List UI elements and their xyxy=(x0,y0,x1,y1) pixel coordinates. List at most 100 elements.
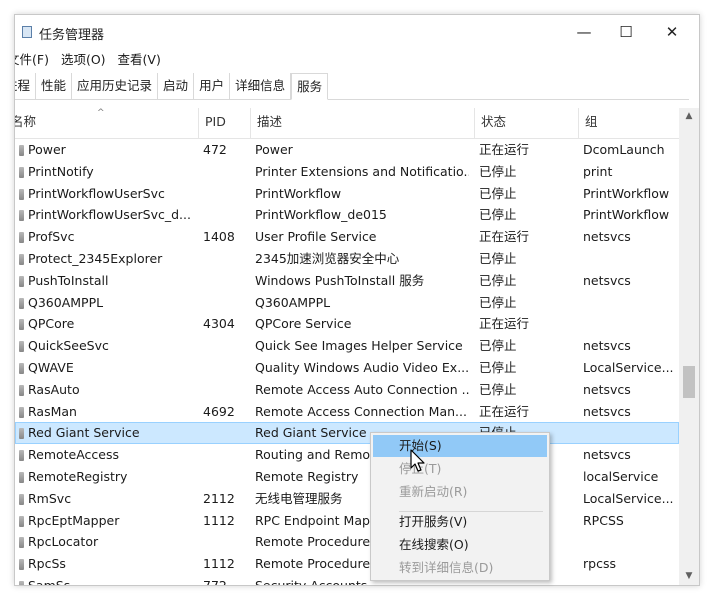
context-menu-stop[interactable]: 停止(T) xyxy=(373,458,547,480)
maximize-button[interactable]: ☐ xyxy=(603,15,649,49)
service-group: rpcss xyxy=(583,556,616,572)
table-row[interactable]: Protect_2345Explorer 2345加速浏览器安全中心 已停止 xyxy=(15,248,679,270)
service-status: 已停止 xyxy=(479,360,517,375)
service-name: Power xyxy=(28,142,66,157)
service-name: QPCore xyxy=(28,316,75,332)
service-group: netsvcs xyxy=(583,447,631,463)
tab-app-history[interactable]: 应用历史记录 xyxy=(72,73,159,99)
service-name: PrintWorkflowUserSvc xyxy=(28,185,165,201)
service-description: PrintWorkflow_de015 xyxy=(255,207,387,223)
service-name: RpcEptMapper xyxy=(28,512,120,528)
service-name: Red Giant Service xyxy=(28,425,140,441)
service-pid: 1112 xyxy=(203,556,235,572)
column-header-pid[interactable]: PID xyxy=(199,108,251,138)
service-status: 正在运行 xyxy=(479,142,530,157)
service-status: 正在运行 xyxy=(479,229,530,245)
service-group: PrintWorkflow xyxy=(583,185,670,201)
table-row[interactable]: Q360AMPPL Q360AMPPL 已停止 xyxy=(15,292,679,314)
service-status: 已停止 xyxy=(479,381,517,397)
tab-processes[interactable]: 进程 xyxy=(15,73,37,99)
context-menu-start[interactable]: 开始(S) xyxy=(373,435,547,457)
table-row[interactable]: QPCore 4304 QPCore Service 正在运行 xyxy=(15,313,679,335)
service-pid: 4692 xyxy=(203,403,235,419)
tab-users[interactable]: 用户 xyxy=(194,73,231,99)
context-menu-go-to-details[interactable]: 转到详细信息(D) xyxy=(373,557,547,579)
service-name: Protect_2345Explorer xyxy=(28,251,163,266)
tab-services[interactable]: 服务 xyxy=(291,73,329,100)
service-description: Quick See Images Helper Service xyxy=(255,338,463,354)
table-row[interactable]: PrintWorkflowUserSvc_d... PrintWorkflow_d… xyxy=(15,204,679,226)
close-button[interactable]: ✕ xyxy=(649,15,695,49)
service-group: DcomLaunch xyxy=(583,142,665,157)
service-name: RpcSs xyxy=(28,556,66,572)
service-name: Q360AMPPL xyxy=(28,294,104,310)
service-description: 2345加速浏览器安全中心 xyxy=(255,251,400,266)
service-status: 已停止 xyxy=(479,163,517,179)
tab-bar: 进程 性能 应用历史记录 启动 用户 详细信息 服务 xyxy=(15,73,689,100)
table-row[interactable]: Red Giant ServiceRed Giant Service已停止 xyxy=(15,422,679,445)
service-status: 已停止 xyxy=(479,251,517,266)
service-group: LocalService... xyxy=(583,490,674,506)
service-pid: 1408 xyxy=(203,229,235,245)
table-row[interactable]: PrintWorkflowUserSvc PrintWorkflow 已停止 Prin… xyxy=(15,183,679,205)
service-group: LocalService... xyxy=(583,360,674,375)
table-row[interactable]: QuickSeeSvc Quick See Images Helper Servi… xyxy=(15,335,679,357)
window-title: 任务管理器 xyxy=(39,28,105,43)
column-header-group[interactable]: 组 xyxy=(579,108,679,138)
service-status: 已停止 xyxy=(479,338,517,354)
minimize-button[interactable]: — xyxy=(561,15,607,49)
menu-options[interactable]: 选项(O) xyxy=(55,49,112,71)
service-name: RpcLocator xyxy=(28,534,99,550)
menu-file[interactable]: 文件(F) xyxy=(15,49,55,71)
table-row[interactable]: RmSvc 2112 无线电管理服务 LocalService... xyxy=(15,488,679,510)
scroll-down-icon[interactable]: ▼ xyxy=(679,568,699,585)
service-status: 已停止 xyxy=(479,185,517,201)
service-pid: 2112 xyxy=(203,490,235,506)
column-header-description[interactable]: 描述 xyxy=(251,108,475,138)
menu-view[interactable]: 查看(V) xyxy=(112,49,167,71)
table-row[interactable]: QWAVE Quality Windows Audio Video Ex... 已停… xyxy=(15,357,679,379)
table-header: 名称 ^ PID 描述 状态 组 xyxy=(15,108,679,139)
table-row[interactable]: RemoteAccess Routing and Remo netsvcs xyxy=(15,444,679,466)
context-menu-search-online[interactable]: 在线搜索(O) xyxy=(373,534,547,556)
service-description: Windows PushToInstall 服务 xyxy=(255,272,425,288)
column-header-status[interactable]: 状态 xyxy=(475,108,579,138)
service-name: PushToInstall xyxy=(28,272,109,288)
context-menu-restart[interactable]: 重新启动(R) xyxy=(373,481,547,503)
column-header-name[interactable]: 名称 xyxy=(15,108,199,138)
table-row[interactable]: ProfSvc 1408 User Profile Service 正在运行 netsv… xyxy=(15,226,679,248)
table-row[interactable]: RpcSs 1112 Remote Procedure rpcss xyxy=(15,553,679,575)
table-row[interactable]: RpcEptMapper 1112 RPC Endpoint Map RPCSS xyxy=(15,510,679,532)
service-status: 已停止 xyxy=(479,294,517,310)
table-row[interactable]: SamSs772Security Accounts xyxy=(15,575,679,585)
service-group: netsvcs xyxy=(583,403,631,419)
service-description: User Profile Service xyxy=(255,229,377,245)
mouse-pointer-icon xyxy=(410,449,425,472)
tab-details[interactable]: 详细信息 xyxy=(230,73,292,99)
scroll-up-icon[interactable]: ▲ xyxy=(679,108,699,125)
service-group: PrintWorkflow xyxy=(583,207,670,223)
service-status: 已停止 xyxy=(479,207,517,223)
service-pid: 4304 xyxy=(203,316,235,332)
service-description: Q360AMPPL xyxy=(255,294,331,310)
vertical-scrollbar[interactable]: ▲ ▼ xyxy=(679,108,699,585)
table-row[interactable]: PushToInstall Windows PushToInstall 服务 已停止… xyxy=(15,270,679,292)
service-group: netsvcs xyxy=(583,229,631,245)
table-row[interactable]: RemoteRegistry Remote Registry localServic… xyxy=(15,466,679,488)
table-row[interactable]: RasAuto Remote Access Auto Connection ...… xyxy=(15,379,679,401)
task-manager-icon xyxy=(22,26,32,38)
service-status: 正在运行 xyxy=(479,316,530,332)
service-description: QPCore Service xyxy=(255,316,352,332)
tab-performance[interactable]: 性能 xyxy=(36,73,73,99)
tab-startup[interactable]: 启动 xyxy=(158,73,195,99)
table-row[interactable]: RasMan 4692 Remote Access Connection Man..… xyxy=(15,401,679,423)
scroll-thumb[interactable] xyxy=(683,366,695,398)
table-row[interactable]: PrintNotify Printer Extensions and Notifi… xyxy=(15,161,679,183)
table-row[interactable]: RpcLocator Remote Procedure xyxy=(15,531,679,553)
service-name: RemoteAccess xyxy=(28,447,120,463)
context-menu-open-services[interactable]: 打开服务(V) xyxy=(373,511,547,533)
service-name: PrintNotify xyxy=(28,163,94,179)
table-row[interactable]: Power 472 Power 正在运行 DcomLaunch xyxy=(15,139,679,161)
context-menu: 开始(S) 停止(T) 重新启动(R) 打开服务(V) 在线搜索(O) 转到详细… xyxy=(370,432,550,581)
service-name: ProfSvc xyxy=(28,229,75,245)
